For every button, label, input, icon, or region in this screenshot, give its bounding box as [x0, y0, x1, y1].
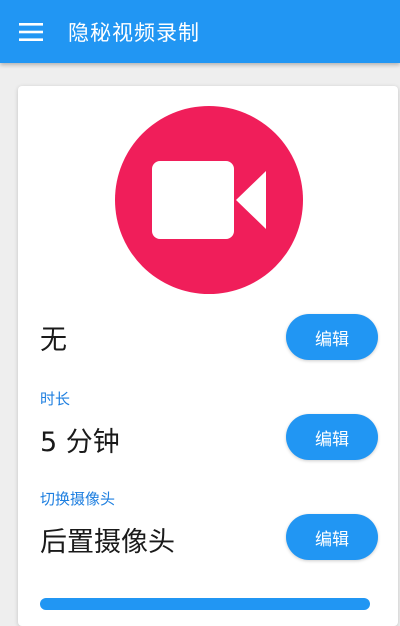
setting-value-mode: 无 [40, 325, 67, 356]
video-camera-icon [152, 161, 266, 239]
page-title: 隐秘视频录制 [68, 20, 200, 45]
app-bar: 隐秘视频录制 [0, 0, 400, 63]
bottom-action-bar[interactable] [40, 598, 370, 610]
setting-label-duration: 时长 [40, 390, 71, 408]
setting-value-camera: 后置摄像头 [40, 527, 175, 558]
setting-label-camera: 切换摄像头 [40, 490, 116, 508]
edit-button-duration[interactable]: 编辑 [286, 414, 378, 460]
edit-button-camera[interactable]: 编辑 [286, 514, 378, 560]
edit-button-mode[interactable]: 编辑 [286, 314, 378, 360]
menu-button[interactable] [0, 0, 62, 63]
record-button[interactable] [115, 106, 303, 294]
hamburger-menu-icon [19, 22, 43, 41]
settings-card: 无 编辑 时长 5 分钟 编辑 切换摄像头 后置摄像头 编辑 [18, 86, 398, 626]
setting-value-duration: 5 分钟 [40, 427, 120, 458]
